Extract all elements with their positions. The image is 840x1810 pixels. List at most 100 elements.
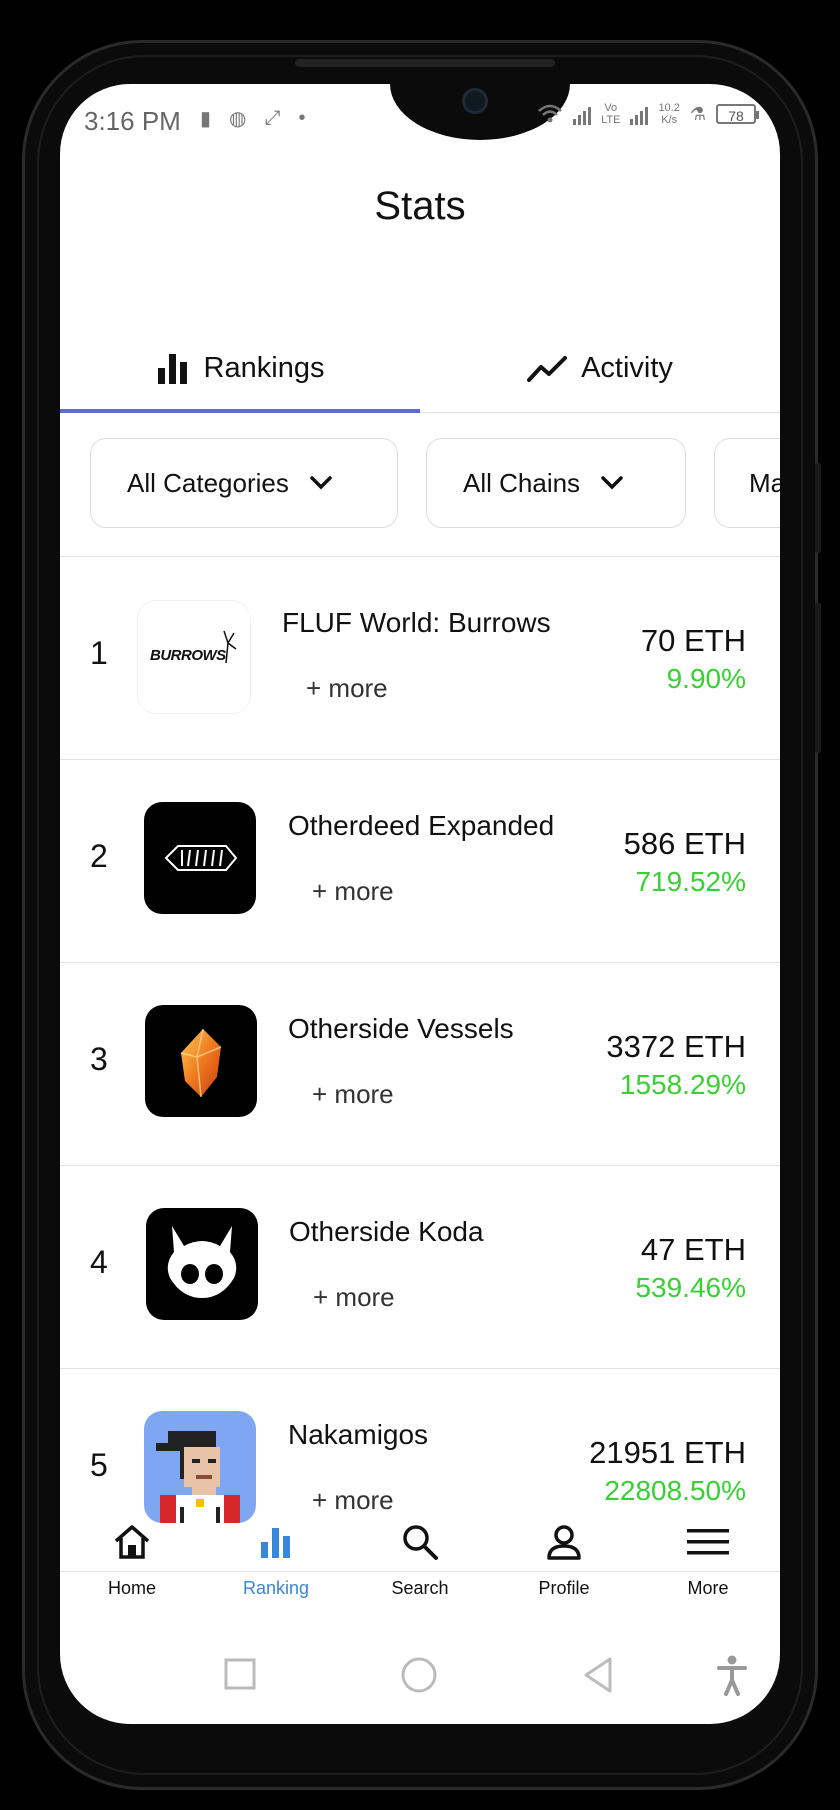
ranking-row[interactable]: 1 BURROWS FLUF World: Burrows + more 70 … [60,556,780,759]
rank-number: 3 [90,1041,108,1077]
system-navigation-bar [60,1644,780,1704]
collection-thumbnail [144,1411,256,1523]
home-button-icon[interactable] [400,1656,438,1694]
more-notifications-dot-icon: • [298,107,306,129]
more-button[interactable]: + more [306,673,388,704]
search-icon [403,1525,438,1560]
rank-number: 1 [90,635,108,671]
nav-label: More [687,1578,729,1598]
nakamigos-avatar-icon [156,1431,240,1523]
chain-filter-dropdown[interactable]: All Chains [426,438,686,528]
nav-ranking[interactable]: Ranking [204,1514,348,1599]
marketplace-filter-dropdown[interactable]: Ma [714,438,780,528]
collection-name: Otherside Vessels [288,1013,514,1044]
rabbit-sketch-icon [223,630,237,664]
collection-thumbnail: BURROWS [138,601,250,713]
ranking-row[interactable]: 4 Otherside Koda + more 47 ETH 539.46% [60,1165,780,1368]
accessibility-icon[interactable] [716,1654,748,1696]
collection-thumbnail [144,802,256,914]
change-percent: 1558.29% [619,1069,746,1100]
koda-icon [167,1226,237,1298]
nav-label: Profile [538,1578,590,1598]
category-filter-dropdown[interactable]: All Categories [90,438,398,528]
more-button[interactable]: + more [312,1079,394,1110]
nav-more[interactable]: More [636,1514,780,1599]
otherside-logo-icon [164,845,238,871]
trend-line-icon [527,356,568,382]
collection-name: Otherdeed Expanded [288,810,555,841]
lte-label: LTE [601,114,621,126]
volume-value: 70 ETH [640,623,746,658]
collection-name: Nakamigos [288,1419,429,1450]
nav-label: Home [107,1578,156,1598]
nav-search[interactable]: Search [348,1514,492,1599]
sync-icon: ⤢ [264,107,281,129]
bar-chart-icon [261,1528,290,1558]
active-tab-indicator [60,409,420,413]
battery-icon: 78 [716,104,759,124]
notification-icons: ▮ ◍ ⤢ • [200,106,305,131]
filter-label: All Chains [463,467,581,498]
rank-number: 5 [90,1447,108,1483]
change-percent: 9.90% [666,663,746,694]
change-percent: 22808.50% [604,1475,746,1506]
wifi-icon [538,104,562,123]
net-speed-unit: K/s [661,114,678,126]
screen: 3:16 PM ▮ ◍ ⤢ • Vo LTE 10.2 K/s ⚗ 78 Stats… [60,84,780,1724]
crystal-vessel-icon [180,1028,222,1098]
back-button-icon[interactable] [582,1656,614,1694]
paytm-icon: ▮ [200,108,212,130]
rank-number: 2 [90,838,108,874]
filter-label: Ma [749,467,780,498]
volume-value: 21951 ETH [589,1435,746,1470]
earpiece-speaker [295,59,555,67]
nav-home[interactable]: Home [60,1514,204,1599]
more-button[interactable]: + more [312,876,394,907]
more-button[interactable]: + more [312,1485,394,1516]
collection-name: Otherside Koda [289,1216,484,1247]
flask-icon: ⚗ [689,103,706,124]
filter-bar: All Categories All Chains Ma [90,438,780,530]
volte-label: Vo [604,102,618,114]
collection-thumbnail [146,1208,258,1320]
change-percent: 719.52% [635,866,746,897]
tab-label: Rankings [203,351,325,384]
bar-chart-icon [157,354,187,384]
recent-apps-button-icon[interactable] [224,1658,256,1690]
status-time: 3:16 PM [84,106,181,136]
volte-indicator: Vo LTE [601,102,620,126]
filter-label: All Categories [127,467,289,498]
app-notification-icon: ◍ [229,108,247,130]
nav-profile[interactable]: Profile [492,1514,636,1599]
tab-rankings[interactable]: Rankings [60,324,420,412]
nav-label: Search [391,1578,449,1598]
burrows-logo-text: BURROWS [150,647,226,664]
tab-activity[interactable]: Activity [420,324,780,412]
volume-value: 3372 ETH [606,1029,746,1064]
ranking-row[interactable]: 2 Otherdeed Expanded + more 586 ETH 719.… [60,759,780,962]
home-icon [114,1525,150,1559]
net-speed-value: 10.2 [658,102,680,114]
volume-value: 586 ETH [623,826,746,861]
person-icon [547,1525,581,1560]
volume-value: 47 ETH [640,1232,746,1267]
ranking-row[interactable]: 3 Otherside Vessels + more 3372 ETH 1558… [60,962,780,1165]
status-right-icons: Vo LTE 10.2 K/s ⚗ 78 [537,102,759,126]
bottom-navigation: Home Ranking Search Profile More [60,1514,780,1624]
chevron-down-icon [601,476,623,490]
tab-label: Activity [581,351,673,384]
rank-number: 4 [90,1244,108,1280]
signal-bars-2-icon [630,103,649,125]
menu-icon [687,1529,729,1555]
page-title: Stats [374,184,466,228]
collection-name: FLUF World: Burrows [282,607,551,638]
more-button[interactable]: + more [313,1282,395,1313]
chevron-down-icon [310,476,332,490]
volume-button [815,463,821,553]
change-percent: 539.46% [635,1272,746,1303]
power-button [815,603,821,753]
stats-tabs: Rankings Activity [60,324,780,413]
signal-bars-icon [573,103,592,125]
nav-label: Ranking [242,1578,310,1598]
net-speed: 10.2 K/s [658,102,679,126]
